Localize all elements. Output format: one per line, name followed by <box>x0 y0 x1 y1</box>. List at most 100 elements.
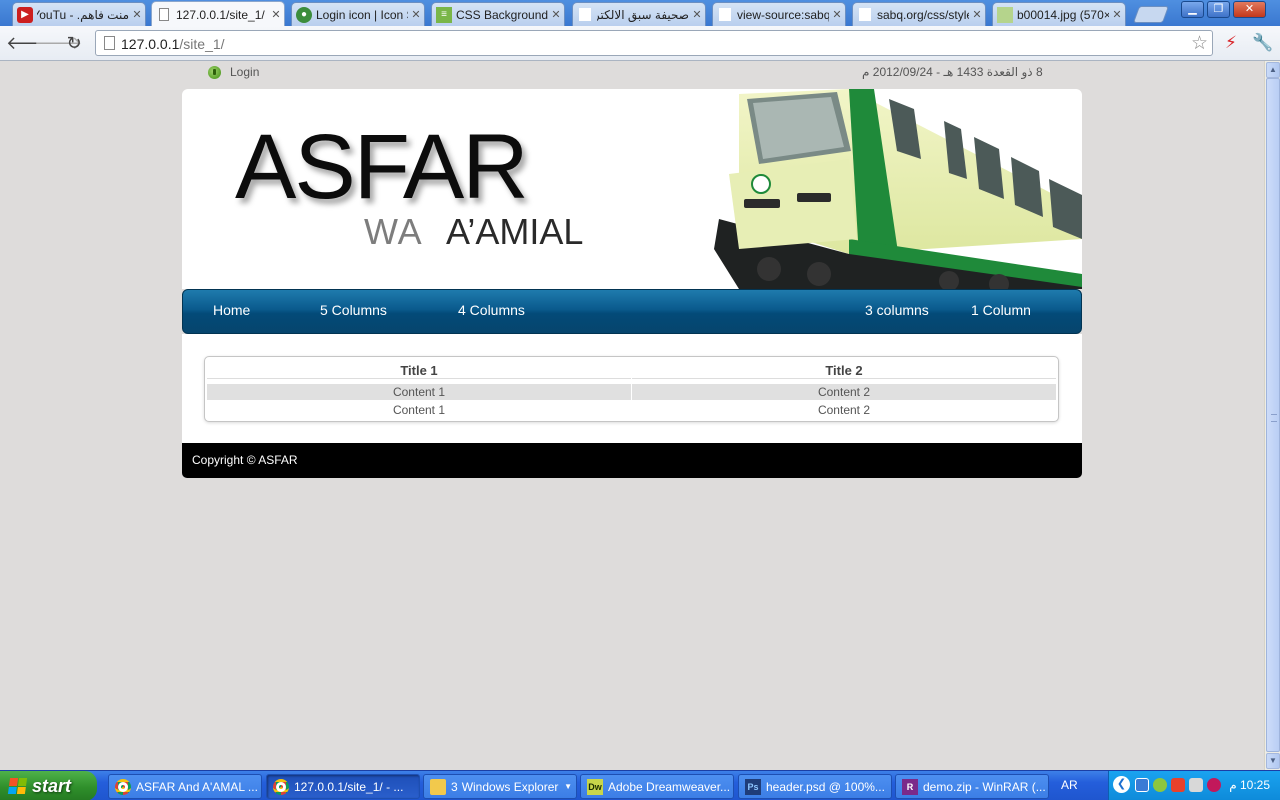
tab-login-icon[interactable]: ● Login icon | Icon Se ✕ <box>291 2 425 26</box>
tab-title: b00014.jpg (570×3 <box>1017 7 1109 22</box>
taskbar-item-label: demo.zip - WinRAR (... <box>923 779 1046 794</box>
flash-icon[interactable] <box>1171 778 1185 792</box>
scroll-grip <box>1271 414 1277 422</box>
tab-youtube[interactable]: ▶ منت فاهم. - YouTu ✕ <box>12 2 146 26</box>
bookmark-star-icon[interactable]: ☆ <box>1191 32 1208 55</box>
reload-icon[interactable]: ↻ <box>63 32 85 54</box>
scroll-thumb[interactable] <box>1266 78 1280 752</box>
network-icon[interactable] <box>1135 778 1149 792</box>
page-viewport: Login 8 ذو القعدة 1433 هـ - 2012/09/24 م… <box>0 61 1264 770</box>
vertical-scrollbar[interactable]: ▲ ▼ <box>1264 61 1280 770</box>
login-link[interactable]: Login <box>208 65 259 79</box>
tab-close-icon[interactable]: ✕ <box>969 8 985 21</box>
page-icon <box>717 7 733 23</box>
nav-home[interactable]: Home <box>213 302 250 318</box>
tab-close-icon[interactable]: ✕ <box>689 8 705 21</box>
address-url: 127.0.0.1/site_1/ <box>121 36 225 52</box>
tray-expand-icon[interactable]: ❮ <box>1113 776 1130 793</box>
table-cell: Content 1 <box>392 403 446 417</box>
table-header-2: Title 2 <box>825 363 863 378</box>
logo-subtitle-left: WA <box>364 211 423 252</box>
table-cell: Content 2 <box>817 403 871 417</box>
address-bar[interactable]: 127.0.0.1/site_1/ ☆ <box>95 30 1213 56</box>
taskbar-item-label: header.psd @ 100%... <box>766 779 885 794</box>
tab-title: منت فاهم. - YouTu <box>37 7 129 22</box>
winrar-icon: R <box>902 778 918 795</box>
tab-title: 127.0.0.1/site_1/ <box>176 7 265 22</box>
page-icon <box>577 7 593 23</box>
wrench-icon[interactable]: 🔧 <box>1252 32 1274 54</box>
tab-site[interactable]: 127.0.0.1/site_1/ ✕ <box>151 1 285 27</box>
nav-3-columns[interactable]: 3 columns <box>865 302 929 318</box>
shield-icon[interactable] <box>1153 778 1167 792</box>
site-footer: Copyright © ASFAR <box>182 443 1082 478</box>
system-tray: ❮ 10:25 م <box>1108 771 1280 800</box>
minimize-button[interactable]: ▁ <box>1181 1 1204 18</box>
taskbar-item-label: 127.0.0.1/site_1/ - ... <box>294 779 404 794</box>
dreamweaver-icon: Dw <box>587 778 603 795</box>
tab-close-icon[interactable]: ✕ <box>408 8 424 21</box>
taskbar-item-label: ASFAR And A'AMAL ... <box>136 779 258 794</box>
data-table: Title 1 Title 2 Content 1 Content 2 Cont… <box>204 356 1059 422</box>
table-cell: Content 2 <box>632 384 1056 400</box>
chrome-icon <box>273 778 289 795</box>
scroll-down-arrow-icon[interactable]: ▼ <box>1266 753 1280 769</box>
tab-close-icon[interactable]: ✕ <box>129 8 145 21</box>
folder-icon <box>430 778 446 795</box>
browser-tab-strip: ▶ منت فاهم. - YouTu ✕ 127.0.0.1/site_1/ … <box>0 0 1280 27</box>
eye-icon: ● <box>296 6 312 23</box>
taskbar-item[interactable]: Ps header.psd @ 100%... <box>738 774 892 799</box>
back-arrow-icon[interactable]: 🡐 <box>6 32 54 54</box>
start-button[interactable]: start <box>0 771 97 800</box>
url-host: 127.0.0.1 <box>121 36 180 52</box>
tab-view-source[interactable]: view-source:sabq.o ✕ <box>712 2 846 26</box>
nav-5-columns[interactable]: 5 Columns <box>320 302 387 318</box>
tab-title: Login icon | Icon Se <box>316 7 408 22</box>
tab-sabq-css[interactable]: sabq.org/css/style ✕ <box>852 2 986 26</box>
url-path: /site_1/ <box>179 36 225 52</box>
tab-close-icon[interactable]: ✕ <box>1109 8 1125 21</box>
tab-sabq[interactable]: صحيفة سبق الالكترونية ✕ <box>572 2 706 26</box>
chrome-icon <box>115 778 131 795</box>
taskbar-item[interactable]: 127.0.0.1/site_1/ - ... <box>266 774 420 799</box>
forward-arrow-icon[interactable]: 🡒 <box>34 32 82 54</box>
tab-close-icon[interactable]: ✕ <box>829 8 845 21</box>
header-divider <box>632 378 1056 379</box>
taskbar-item[interactable]: ASFAR And A'AMAL ... <box>108 774 262 799</box>
image-icon <box>997 6 1013 23</box>
language-indicator[interactable]: AR <box>1061 778 1078 792</box>
tab-close-icon[interactable]: ✕ <box>548 8 564 21</box>
train-image <box>714 89 1082 289</box>
page-icon <box>156 7 172 23</box>
header-divider <box>207 378 631 379</box>
tab-image[interactable]: b00014.jpg (570×3 ✕ <box>992 2 1126 26</box>
tab-css-background[interactable]: ≡ CSS Background ✕ <box>431 2 565 26</box>
tab-title: CSS Background <box>456 7 548 22</box>
window-close-button[interactable]: ✕ <box>1233 1 1266 18</box>
nav-4-columns[interactable]: 4 Columns <box>458 302 525 318</box>
taskbar-item[interactable]: 3 Windows Explorer ▼ <box>423 774 577 799</box>
copyright-text: Copyright © ASFAR <box>192 453 298 467</box>
restore-button[interactable]: ❐ <box>1207 1 1230 18</box>
tab-close-icon[interactable]: ✕ <box>268 8 284 21</box>
scroll-up-arrow-icon[interactable]: ▲ <box>1266 62 1280 78</box>
taskbar-item[interactable]: R demo.zip - WinRAR (... <box>895 774 1049 799</box>
site-header: ASFAR WA A’AMIAL <box>182 89 1082 289</box>
nav-1-column[interactable]: 1 Column <box>971 302 1031 318</box>
usb-icon[interactable] <box>1189 778 1203 792</box>
photoshop-icon: Ps <box>745 778 761 795</box>
page-icon <box>104 36 115 50</box>
taskbar-item-count: 3 <box>451 779 458 794</box>
taskbar-item[interactable]: Dw Adobe Dreamweaver... <box>580 774 734 799</box>
page-icon <box>857 7 873 23</box>
extension-flash-icon[interactable]: ⚡ <box>1220 32 1242 54</box>
tab-title: sabq.org/css/style <box>877 7 969 22</box>
table-cell: Content 1 <box>207 384 631 400</box>
start-label: start <box>32 775 72 796</box>
new-tab-button[interactable] <box>1132 6 1170 23</box>
chevron-down-icon[interactable]: ▼ <box>564 782 572 791</box>
app-tray-icon[interactable] <box>1207 778 1221 792</box>
taskbar-item-label: Windows Explorer <box>461 779 559 794</box>
logo-subtitle-right: A’AMIAL <box>446 211 584 252</box>
youtube-icon: ▶ <box>17 6 33 23</box>
